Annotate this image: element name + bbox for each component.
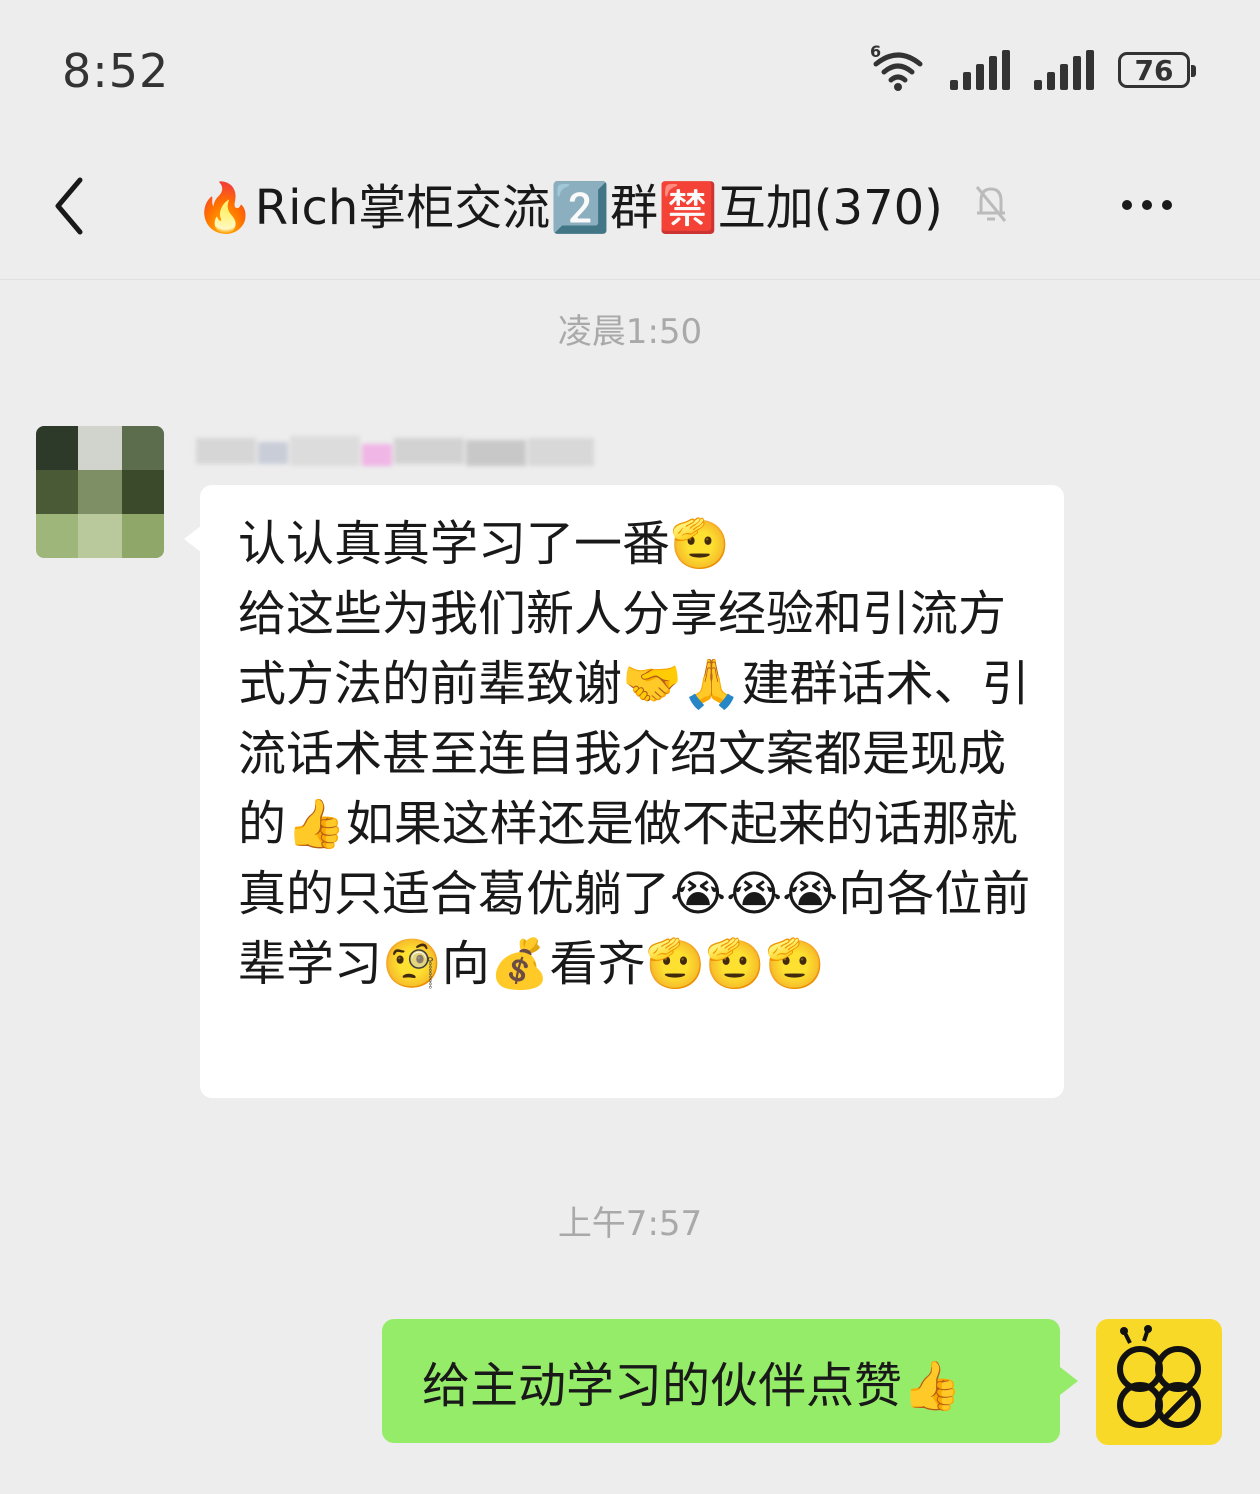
battery-level: 76 <box>1134 53 1174 87</box>
outgoing-message-bubble[interactable]: 给主动学习的伙伴点赞👍 <box>382 1319 1078 1443</box>
status-icons: 6 76 <box>870 42 1196 92</box>
more-options-button[interactable] <box>1118 196 1176 214</box>
bell-off-icon <box>975 186 1007 222</box>
signal-strength-icon-2 <box>1034 50 1094 90</box>
sender-nickname-blurred <box>196 436 594 466</box>
incoming-message-text: 认认真真学习了一番🫡 给这些为我们新人分享经验和引流方式方法的前辈致谢🤝🙏建群话… <box>238 516 1031 992</box>
own-avatar[interactable] <box>1096 1319 1222 1445</box>
status-bar: 8:52 6 76 <box>0 0 1260 140</box>
chat-title: 🔥Rich掌柜交流2️⃣群🈲互加(370) <box>195 180 943 236</box>
signal-strength-icon-1 <box>950 50 1010 90</box>
sender-avatar[interactable] <box>36 426 164 558</box>
more-dots-icon <box>1122 200 1132 210</box>
chat-title-area: 🔥Rich掌柜交流2️⃣群🈲互加(370) <box>195 168 1011 238</box>
network-label: 6 <box>870 42 882 61</box>
back-button[interactable] <box>40 166 110 246</box>
message-timestamp: 上午7:57 <box>557 1204 703 1244</box>
bee-logo-icon <box>1117 1325 1201 1428</box>
chat-header: 🔥Rich掌柜交流2️⃣群🈲互加(370) <box>0 140 1260 280</box>
battery-icon: 76 <box>1118 52 1196 88</box>
status-time: 8:52 <box>62 44 170 98</box>
wifi-icon: 6 <box>870 42 926 92</box>
outgoing-message-text: 给主动学习的伙伴点赞👍 <box>422 1358 962 1414</box>
message-timestamp: 凌晨1:50 <box>557 312 703 352</box>
incoming-message-bubble[interactable]: 认认真真学习了一番🫡 给这些为我们新人分享经验和引流方式方法的前辈致谢🤝🙏建群话… <box>184 485 1064 1098</box>
chevron-left-icon <box>55 177 83 235</box>
